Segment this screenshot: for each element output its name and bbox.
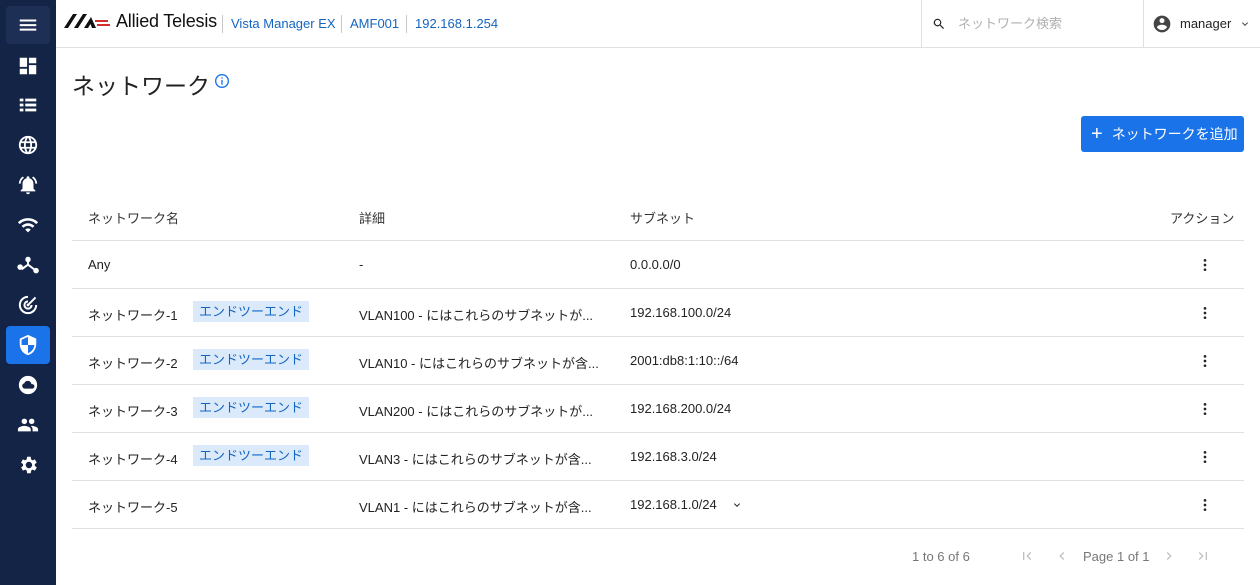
- network-detail: VLAN100 - にはこれらのサブネットが...: [359, 308, 594, 323]
- wifi-icon: [17, 218, 39, 233]
- page-title: ネットワーク: [72, 73, 210, 99]
- account-icon: [1153, 15, 1171, 32]
- network-subnet: 0.0.0.0/0: [630, 257, 681, 272]
- network-name: ネットワーク-3: [88, 404, 178, 419]
- pagination-range: 1 to 6 of 6: [912, 549, 970, 564]
- network-detail: -: [359, 257, 364, 272]
- alarm-icon: [18, 176, 38, 195]
- end-to-end-badge: エンドツーエンド: [193, 397, 310, 418]
- logo-text: Allied Telesis: [116, 10, 217, 31]
- table-row[interactable]: ネットワーク-5 VLAN1 - にはこれらのサブネットが含... 192.16…: [72, 481, 1244, 529]
- menu-button[interactable]: [6, 6, 50, 44]
- table-row[interactable]: ネットワーク-1 エンドツーエンド VLAN100 - にはこれらのサブネットが…: [72, 289, 1244, 337]
- search-input[interactable]: [958, 16, 1138, 31]
- network-name: ネットワーク-4: [88, 452, 178, 467]
- network-detail: VLAN10 - にはこれらのサブネットが含...: [359, 356, 599, 371]
- cloud-icon: [18, 375, 38, 395]
- table-row[interactable]: ネットワーク-4 エンドツーエンド VLAN3 - にはこれらのサブネットが含.…: [72, 433, 1244, 481]
- end-to-end-badge: エンドツーエンド: [193, 301, 310, 322]
- network-table: ネットワーク名 詳細 サブネット アクション Any - 0.0.0.0/0 ネ…: [72, 192, 1244, 529]
- menu-icon: [19, 19, 37, 31]
- end-to-end-badge: エンドツーエンド: [193, 349, 310, 370]
- network-name: Any: [88, 257, 111, 272]
- table-row[interactable]: ネットワーク-2 エンドツーエンド VLAN10 - にはこれらのサブネットが含…: [72, 337, 1244, 385]
- allied-telesis-logo-icon: [64, 14, 110, 28]
- sidebar-item-dashboard[interactable]: [6, 47, 50, 85]
- table-row[interactable]: ネットワーク-3 エンドツーエンド VLAN200 - にはこれらのサブネットが…: [72, 385, 1244, 433]
- end-to-end-badge: エンドツーエンド: [193, 445, 310, 466]
- network-subnet: 192.168.200.0/24: [630, 401, 732, 416]
- network-subnet: 192.168.100.0/24: [630, 305, 732, 320]
- search-box: [921, 0, 1143, 47]
- network-detail: VLAN1 - にはこれらのサブネットが含...: [359, 500, 592, 515]
- plus-icon: +: [1091, 123, 1103, 145]
- network-detail: VLAN200 - にはこれらのサブネットが...: [359, 404, 594, 419]
- network-detail: VLAN3 - にはこれらのサブネットが含...: [359, 452, 592, 467]
- top-bar: Allied Telesis Vista Manager EX AMF001 1…: [56, 0, 1260, 48]
- sidebar-item-cloud[interactable]: [6, 366, 50, 404]
- app-root: Allied Telesis Vista Manager EX AMF001 1…: [0, 0, 1260, 585]
- add-network-button[interactable]: + ネットワークを追加: [1081, 116, 1244, 152]
- list-icon: [19, 98, 37, 112]
- shield-icon: [19, 334, 37, 356]
- settings-icon: [21, 456, 37, 474]
- next-page-icon[interactable]: [1161, 548, 1177, 564]
- users-icon: [17, 418, 39, 432]
- topology-icon: [17, 256, 39, 274]
- dashboard-icon: [19, 57, 37, 75]
- more-vert-icon[interactable]: [1197, 497, 1213, 513]
- network-name: ネットワーク-2: [88, 356, 178, 371]
- sidebar-item-globe[interactable]: [6, 126, 50, 164]
- sidebar-item-users[interactable]: [6, 406, 50, 444]
- add-network-label: ネットワークを追加: [1111, 126, 1238, 142]
- more-vert-icon[interactable]: [1197, 257, 1213, 273]
- pagination-page: Page 1 of 1: [1083, 549, 1150, 564]
- sidebar-item-list[interactable]: [6, 86, 50, 124]
- table-header: ネットワーク名 詳細 サブネット アクション: [72, 192, 1244, 241]
- network-subnet: 192.168.3.0/24: [630, 449, 717, 464]
- network-subnet: 192.168.1.0/24: [630, 497, 717, 512]
- user-name: manager: [1180, 16, 1232, 31]
- breadcrumb-area[interactable]: AMF001: [341, 15, 399, 33]
- sidebar-item-topology[interactable]: [6, 246, 50, 284]
- network-subnet: 2001:db8:1:10::/64: [630, 353, 739, 368]
- globe-icon: [18, 135, 38, 155]
- sidebar-item-settings[interactable]: [6, 446, 50, 484]
- search-icon: [933, 18, 944, 29]
- previous-page-icon[interactable]: [1054, 548, 1070, 564]
- last-page-icon[interactable]: [1195, 548, 1211, 564]
- more-vert-icon[interactable]: [1197, 305, 1213, 321]
- column-header-subnet[interactable]: サブネット: [630, 208, 695, 227]
- column-header-actions: アクション: [1170, 211, 1235, 226]
- breadcrumb-product[interactable]: Vista Manager EX: [222, 15, 336, 33]
- table-row[interactable]: Any - 0.0.0.0/0: [72, 241, 1244, 289]
- radar-icon: [18, 295, 38, 315]
- sidebar-item-alarm[interactable]: [6, 166, 50, 204]
- user-menu[interactable]: manager: [1143, 0, 1260, 47]
- sidebar-item-radar[interactable]: [6, 286, 50, 324]
- more-vert-icon[interactable]: [1197, 401, 1213, 417]
- breadcrumb-device-ip[interactable]: 192.168.1.254: [406, 15, 498, 33]
- sidebar: [0, 0, 56, 585]
- column-header-name[interactable]: ネットワーク名: [88, 208, 179, 227]
- more-vert-icon[interactable]: [1197, 353, 1213, 369]
- chevron-down-icon: [1242, 21, 1249, 26]
- sidebar-item-security[interactable]: [6, 326, 50, 364]
- info-icon[interactable]: [214, 73, 230, 89]
- first-page-icon[interactable]: [1019, 548, 1035, 564]
- more-vert-icon[interactable]: [1197, 449, 1213, 465]
- column-header-detail[interactable]: 詳細: [359, 208, 385, 227]
- sidebar-item-wireless[interactable]: [6, 206, 50, 244]
- logo[interactable]: Allied Telesis: [64, 10, 217, 32]
- network-name: ネットワーク-1: [88, 308, 178, 323]
- chevron-down-icon[interactable]: [731, 499, 743, 511]
- network-name: ネットワーク-5: [88, 500, 178, 515]
